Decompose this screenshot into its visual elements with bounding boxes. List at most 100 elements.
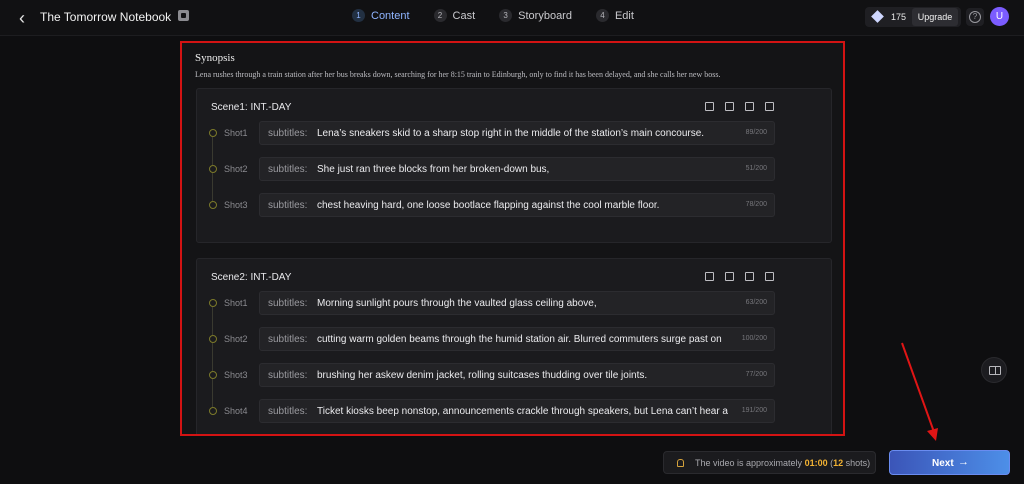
shot-dot-icon xyxy=(209,335,217,343)
char-count: 100/200 xyxy=(741,335,767,342)
subtitle-text[interactable]: brushing her askew denim jacket, rolling… xyxy=(317,370,735,381)
next-button[interactable]: Next → xyxy=(889,450,1010,475)
shot-dot-icon xyxy=(209,165,217,173)
scene-toolbar xyxy=(705,102,785,111)
shot-row: Shot2 subtitles: She just ran three bloc… xyxy=(209,157,787,201)
trash-icon[interactable] xyxy=(765,272,774,281)
storyboard-icon[interactable] xyxy=(705,272,714,281)
content-panel: Synopsis Lena rushes through a train sta… xyxy=(180,41,845,436)
scene-title: Scene2: INT.-DAY xyxy=(211,272,292,283)
duration-estimate: The video is approximately 01:00 (12 sho… xyxy=(663,451,876,474)
avatar[interactable]: U xyxy=(990,7,1009,26)
shot-row: Shot3 subtitles: brushing her askew deni… xyxy=(209,363,787,407)
synopsis-text[interactable]: Lena rushes through a train station afte… xyxy=(195,70,835,79)
step-label: Cast xyxy=(452,9,476,22)
step-number: 3 xyxy=(499,9,513,22)
subtitle-input[interactable]: subtitles: cutting warm golden beams thr… xyxy=(259,327,775,351)
storyboard-icon[interactable] xyxy=(705,102,714,111)
subtitle-prefix: subtitles: xyxy=(268,200,308,211)
subtitle-prefix: subtitles: xyxy=(268,298,308,309)
tab-cast[interactable]: 2 Cast xyxy=(433,9,476,22)
step-label: Storyboard xyxy=(518,9,572,22)
help-icon: ? xyxy=(969,11,981,23)
shot-dot-icon xyxy=(209,407,217,415)
char-count: 51/200 xyxy=(745,165,767,172)
char-count: 89/200 xyxy=(745,129,767,136)
char-count: 77/200 xyxy=(745,371,767,378)
step-nav: 1 Content 2 Cast 3 Storyboard 4 Edit xyxy=(352,9,658,22)
bell-icon xyxy=(677,459,684,467)
subtitle-input[interactable]: subtitles: chest heaving hard, one loose… xyxy=(259,193,775,217)
subtitle-prefix: subtitles: xyxy=(268,370,308,381)
estimate-time: 01:00 xyxy=(804,458,828,468)
edit-icon[interactable] xyxy=(725,102,734,111)
top-bar: ‹ The Tomorrow Notebook 1 Content 2 Cast… xyxy=(0,0,1024,36)
trash-icon[interactable] xyxy=(765,102,774,111)
arrow-right-icon: → xyxy=(958,456,969,468)
help-button[interactable]: ? xyxy=(966,8,984,26)
subtitle-text[interactable]: She just ran three blocks from her broke… xyxy=(317,164,735,175)
char-count: 191/200 xyxy=(741,407,767,414)
tab-edit[interactable]: 4 Edit xyxy=(595,9,634,22)
subtitle-prefix: subtitles: xyxy=(268,164,308,175)
tab-storyboard[interactable]: 3 Storyboard xyxy=(499,9,572,22)
edit-title-icon[interactable] xyxy=(178,10,189,21)
subtitle-text[interactable]: chest heaving hard, one loose bootlace f… xyxy=(317,200,735,211)
subtitle-prefix: subtitles: xyxy=(268,406,308,417)
credits-icon xyxy=(871,10,884,23)
shot-row: Shot1 subtitles: Lena’s sneakers skid to… xyxy=(209,121,787,165)
book-icon xyxy=(989,366,1001,375)
shot-dot-icon xyxy=(209,371,217,379)
estimate-prefix: The video is approximately xyxy=(695,458,803,468)
shot-dot-icon xyxy=(209,299,217,307)
subtitle-input[interactable]: subtitles: Morning sunlight pours throug… xyxy=(259,291,775,315)
guide-button[interactable] xyxy=(981,357,1007,383)
copy-icon[interactable] xyxy=(745,272,754,281)
estimate-shots: 12 xyxy=(833,458,844,468)
subtitle-text[interactable]: Ticket kiosks beep nonstop, announcement… xyxy=(317,406,735,417)
shot-dot-icon xyxy=(209,201,217,209)
subtitle-input[interactable]: subtitles: She just ran three blocks fro… xyxy=(259,157,775,181)
shot-label: Shot3 xyxy=(224,200,248,210)
step-number: 2 xyxy=(433,9,447,22)
subtitle-input[interactable]: subtitles: brushing her askew denim jack… xyxy=(259,363,775,387)
shot-row: Shot1 subtitles: Morning sunlight pours … xyxy=(209,291,787,335)
shot-label: Shot1 xyxy=(224,298,248,308)
subtitle-prefix: subtitles: xyxy=(268,128,308,139)
estimate-text: The video is approximately 01:00 (12 sho… xyxy=(695,458,870,468)
scene-card: Scene1: INT.-DAY Shot1 subtitles: Lena’s… xyxy=(196,88,832,243)
subtitle-prefix: subtitles: xyxy=(268,334,308,345)
synopsis-title: Synopsis xyxy=(195,52,235,64)
shot-row: Shot2 subtitles: cutting warm golden bea… xyxy=(209,327,787,371)
scene-card: Scene2: INT.-DAY Shot1 subtitles: Mornin… xyxy=(196,258,832,434)
subtitle-input[interactable]: subtitles: Lena’s sneakers skid to a sha… xyxy=(259,121,775,145)
shot-label: Shot2 xyxy=(224,334,248,344)
subtitle-text[interactable]: cutting warm golden beams through the hu… xyxy=(317,334,735,345)
project-title: The Tomorrow Notebook xyxy=(40,10,172,24)
subtitle-text[interactable]: Lena’s sneakers skid to a sharp stop rig… xyxy=(317,128,735,139)
upgrade-button[interactable]: Upgrade xyxy=(912,8,958,26)
credits-panel: 175 Upgrade xyxy=(865,7,961,27)
subtitle-input[interactable]: subtitles: Ticket kiosks beep nonstop, a… xyxy=(259,399,775,423)
scene-toolbar xyxy=(705,272,785,281)
shot-dot-icon xyxy=(209,129,217,137)
shots-close: shots) xyxy=(845,458,871,468)
shot-label: Shot3 xyxy=(224,370,248,380)
step-label: Content xyxy=(371,9,410,22)
credits-count: 175 xyxy=(891,12,907,22)
char-count: 78/200 xyxy=(745,201,767,208)
copy-icon[interactable] xyxy=(745,102,754,111)
subtitle-text[interactable]: Morning sunlight pours through the vault… xyxy=(317,298,735,309)
shot-row: Shot3 subtitles: chest heaving hard, one… xyxy=(209,193,787,217)
scene-title: Scene1: INT.-DAY xyxy=(211,102,292,113)
shot-label: Shot2 xyxy=(224,164,248,174)
step-number: 1 xyxy=(352,9,365,22)
step-number: 4 xyxy=(595,9,609,22)
char-count: 63/200 xyxy=(745,299,767,306)
step-label: Edit xyxy=(614,9,634,22)
shot-label: Shot1 xyxy=(224,128,248,138)
tab-content[interactable]: 1 Content xyxy=(352,9,410,22)
shot-label: Shot4 xyxy=(224,406,248,416)
back-arrow-icon[interactable]: ‹ xyxy=(12,8,32,28)
edit-icon[interactable] xyxy=(725,272,734,281)
